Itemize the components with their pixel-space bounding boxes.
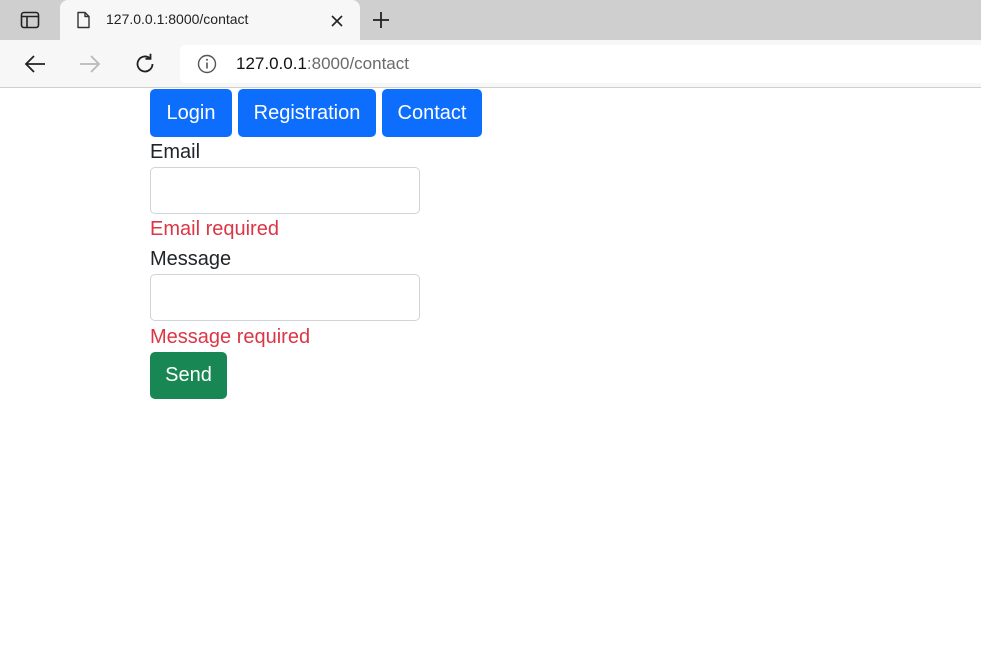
nav-bar: Login Registration Contact: [150, 89, 482, 137]
send-button[interactable]: Send: [150, 352, 227, 399]
tab-actions-icon[interactable]: [14, 8, 46, 32]
browser-tab[interactable]: 127.0.0.1:8000/contact: [60, 0, 360, 40]
url-text[interactable]: 127.0.0.1:8000/contact: [236, 54, 409, 74]
message-field[interactable]: [150, 274, 420, 321]
forward-arrow-icon[interactable]: [76, 50, 104, 78]
plus-icon[interactable]: [368, 7, 394, 33]
message-label: Message: [150, 248, 232, 270]
contact-button[interactable]: Contact: [382, 89, 482, 137]
reload-icon[interactable]: [131, 50, 159, 78]
page-content: Login Registration Contact Email Email r…: [0, 89, 981, 670]
email-error: Email required: [150, 218, 279, 240]
login-button[interactable]: Login: [150, 89, 232, 137]
page-icon: [74, 11, 92, 29]
info-icon[interactable]: [197, 54, 217, 74]
email-label: Email: [150, 141, 201, 163]
email-field[interactable]: [150, 167, 420, 214]
registration-button[interactable]: Registration: [238, 89, 376, 137]
tab-title: 127.0.0.1:8000/contact: [106, 11, 249, 27]
close-icon[interactable]: [326, 10, 348, 32]
url-host: 127.0.0.1: [236, 54, 307, 73]
browser-toolbar: 127.0.0.1:8000/contact: [0, 40, 981, 88]
message-error: Message required: [150, 326, 311, 348]
url-path: :8000/contact: [306, 54, 409, 73]
browser-tab-strip: 127.0.0.1:8000/contact: [0, 0, 981, 40]
back-arrow-icon[interactable]: [21, 50, 49, 78]
address-bar[interactable]: 127.0.0.1:8000/contact: [180, 45, 981, 83]
